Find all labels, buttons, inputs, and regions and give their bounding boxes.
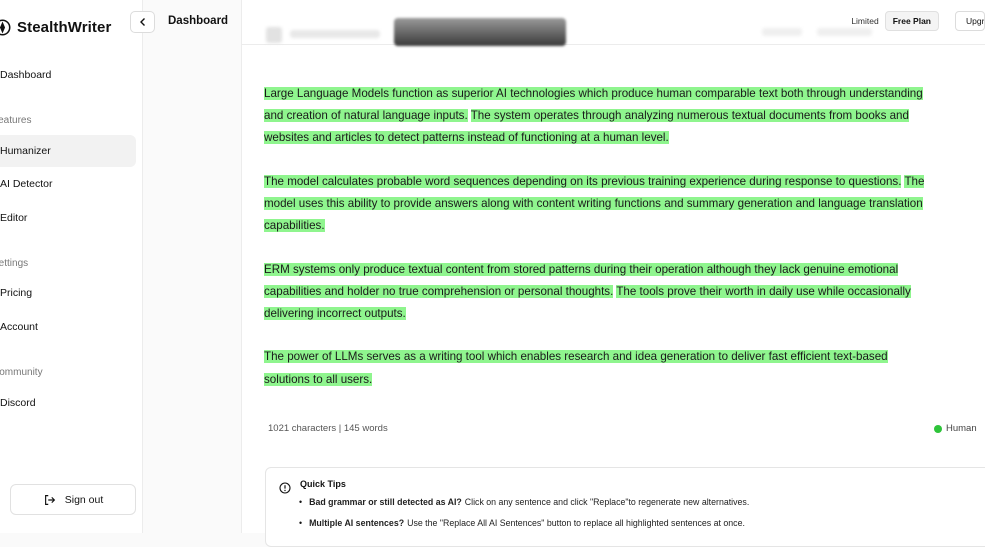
limited-label: Limited (851, 16, 879, 26)
ai-highlighted-sentence[interactable]: Large Language Models function as superi… (264, 87, 923, 100)
sidebar-item-pricing[interactable]: Pricing (0, 277, 136, 309)
ai-highlighted-sentence[interactable]: solutions to all users. (264, 372, 373, 386)
stealthwriter-logo-icon (0, 19, 11, 35)
ai-highlighted-sentence[interactable]: delivering incorrect outputs. (264, 307, 406, 320)
quick-tips-panel: Quick Tips Bad grammar or still detected… (265, 467, 985, 547)
sidebar-item-label: Dashboard (0, 69, 52, 81)
sidebar-item-label: Editor (0, 212, 28, 224)
ai-highlighted-sentence[interactable]: and creation of natural language inputs. (264, 109, 468, 123)
text-line: websites and articles to detect patterns… (264, 127, 985, 149)
sidebar-item-humanizer[interactable]: Humanizer (0, 135, 136, 167)
text-paragraph[interactable]: The power of LLMs serves as a writing to… (264, 346, 985, 390)
sidebar-item-label: Discord (0, 397, 36, 409)
upgrade-button[interactable]: Upgrade (955, 11, 985, 31)
sign-out-label: Sign out (64, 493, 104, 506)
text-line: ERM systems only produce textual content… (264, 259, 985, 281)
ai-highlighted-sentence[interactable]: The (904, 174, 925, 188)
blurred-toolbar-button[interactable] (394, 18, 566, 46)
sidebar-item-label: AI Detector (0, 178, 53, 190)
info-icon (279, 482, 291, 494)
ai-highlighted-sentence[interactable]: websites and articles to detect patterns… (264, 131, 669, 145)
blurred-toolbar-icon (266, 27, 282, 43)
ai-highlighted-sentence[interactable]: The model calculates probable word seque… (264, 174, 902, 188)
sidebar-item-ai-detector[interactable]: AI Detector (0, 168, 136, 200)
tip-bold: Bad grammar or still detected as AI? (309, 497, 462, 507)
ai-highlighted-sentence[interactable]: capabilities and holder no true comprehe… (264, 284, 614, 298)
sign-out-button[interactable]: Sign out (10, 484, 136, 515)
page-title: Dashboard (168, 15, 229, 27)
status-dot (934, 424, 942, 433)
quick-tips-title: Quick Tips (300, 479, 346, 489)
text-line: and creation of natural language inputs.… (264, 105, 985, 127)
sidebar-section-settings: Settings (0, 258, 29, 269)
ai-highlighted-sentence[interactable]: The tools prove their worth in daily use… (616, 284, 911, 298)
text-line: delivering incorrect outputs. (264, 303, 985, 325)
sidebar-item-label: Pricing (0, 287, 33, 299)
sidebar-section-community: Community (0, 367, 43, 378)
text-stats: 1021 characters | 145 words (268, 423, 388, 434)
text-paragraph[interactable]: The model calculates probable word seque… (264, 171, 985, 238)
humanized-text[interactable]: Large Language Models function as superi… (264, 83, 985, 412)
tip-bold: Multiple AI sentences? (309, 518, 405, 528)
sidebar-item-label: Account (0, 321, 38, 333)
ai-highlighted-sentence[interactable]: ERM systems only produce textual content… (264, 262, 899, 276)
sidebar-item-discord[interactable]: Discord (0, 387, 136, 419)
plan-badge[interactable]: Free Plan (884, 11, 939, 31)
sign-out-icon (44, 494, 55, 505)
sidebar: StealthWriter Dashboard Features Humaniz… (0, 0, 143, 533)
detection-status: Human (934, 423, 977, 434)
collapse-sidebar-button[interactable] (130, 11, 155, 33)
plan-area: Limited Free Plan Upgrade (851, 11, 985, 31)
tip-item: Bad grammar or still detected as AI? Cli… (299, 497, 749, 518)
sidebar-item-label: Humanizer (0, 145, 51, 157)
text-paragraph[interactable]: Large Language Models function as superi… (264, 83, 985, 150)
text-line: capabilities and holder no true comprehe… (264, 281, 985, 303)
blurred-toolbar-label (290, 30, 380, 38)
chevron-left-icon (139, 18, 145, 26)
text-line: The power of LLMs serves as a writing to… (264, 346, 985, 368)
text-line: The model calculates probable word seque… (264, 171, 985, 193)
text-line: Large Language Models function as superi… (264, 83, 985, 105)
text-paragraph[interactable]: ERM systems only produce textual content… (264, 259, 985, 326)
tip-item: Multiple AI sentences? Use the "Replace … (299, 518, 749, 539)
text-line: model uses this ability to provide answe… (264, 193, 985, 215)
sidebar-section-features: Features (0, 115, 32, 126)
editor-panel: Large Language Models function as superi… (241, 0, 985, 547)
sidebar-item-editor[interactable]: Editor (0, 202, 136, 234)
tip-text: Use the "Replace All AI Sentences" butto… (407, 518, 745, 528)
tip-text: Click on any sentence and click "Replace… (464, 497, 750, 507)
text-line: capabilities. (264, 215, 985, 237)
ai-highlighted-sentence[interactable]: The power of LLMs serves as a writing to… (264, 350, 888, 364)
ai-highlighted-sentence[interactable]: model uses this ability to provide answe… (264, 197, 923, 210)
text-line: solutions to all users. (264, 369, 985, 391)
status-label: Human (946, 423, 977, 434)
app-logo[interactable]: StealthWriter (0, 15, 111, 39)
sidebar-item-account[interactable]: Account (0, 311, 136, 343)
app-name: StealthWriter (17, 18, 112, 36)
blurred-toolbar-item (762, 28, 802, 36)
ai-highlighted-sentence[interactable]: The system operates through analyzing nu… (470, 109, 909, 123)
sidebar-item-dashboard[interactable]: Dashboard (0, 59, 136, 91)
ai-highlighted-sentence[interactable]: capabilities. (264, 219, 325, 233)
